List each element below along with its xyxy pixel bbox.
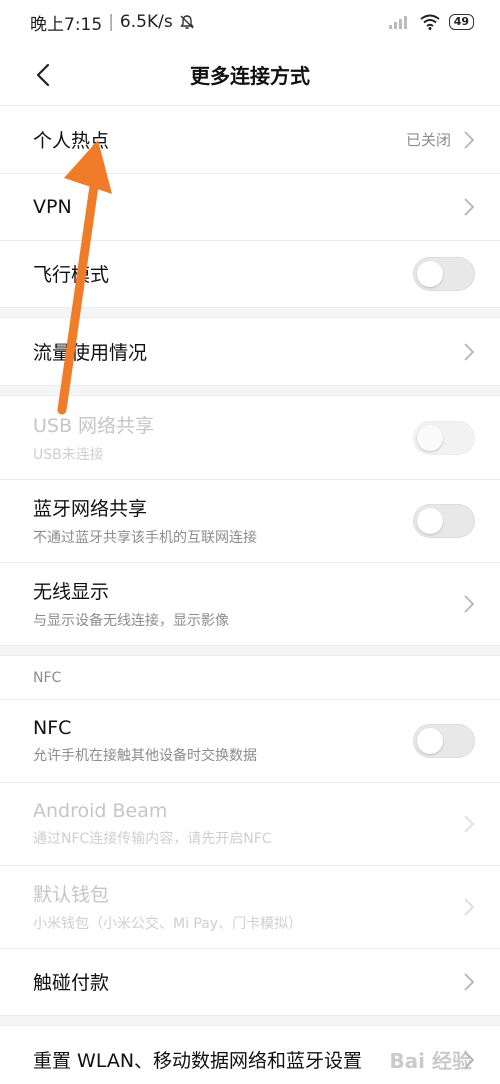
signal-icon — [388, 16, 407, 29]
hotspot-status: 已关闭 — [405, 131, 451, 149]
toggle-knob — [417, 424, 443, 451]
tap-pay-row[interactable]: 触碰付款 — [0, 948, 500, 1015]
airplane-text: 飞行模式 — [33, 260, 413, 287]
watermark: Bai 经验 — [389, 1049, 472, 1073]
section-divider — [0, 645, 500, 656]
bluetooth-tethering-subtitle: 不通过蓝牙共享该手机的互联网连接 — [33, 530, 257, 546]
vpn-label: VPN — [33, 195, 72, 218]
settings-group-network: 个人热点 已关闭 VPN 飞行模式 — [0, 106, 500, 307]
section-divider — [0, 1015, 500, 1026]
android-beam-label: Android Beam — [33, 799, 168, 822]
chevron-right-icon — [464, 897, 475, 916]
back-arrow-icon — [36, 63, 50, 87]
wireless-display-label: 无线显示 — [33, 581, 110, 603]
data-usage-row[interactable]: 流量使用情况 — [0, 318, 500, 385]
default-wallet-row: 默认钱包 小米钱包（小米公交、Mi Pay、门卡模拟） — [0, 865, 500, 948]
usb-tethering-toggle — [413, 420, 475, 455]
chevron-right-icon — [464, 197, 475, 216]
hotspot-text: 个人热点 — [33, 126, 406, 153]
bluetooth-tethering-text: 蓝牙网络共享 不通过蓝牙共享该手机的互联网连接 — [33, 494, 413, 547]
nfc-label: NFC — [33, 717, 72, 739]
airplane-mode-toggle[interactable] — [413, 256, 475, 291]
chevron-right-icon — [464, 130, 475, 149]
battery-icon: 49 — [448, 14, 474, 30]
usb-tethering-row: USB 网络共享 USB未连接 — [0, 396, 500, 479]
hotspot-row[interactable]: 个人热点 已关闭 — [0, 106, 500, 173]
nfc-subtitle: 允许手机在接触其他设备时交换数据 — [33, 748, 257, 764]
airplane-mode-label: 飞行模式 — [33, 264, 110, 286]
bluetooth-tethering-toggle[interactable] — [413, 503, 475, 538]
nfc-toggle[interactable] — [413, 724, 475, 758]
nfc-row: NFC 允许手机在接触其他设备时交换数据 — [0, 699, 500, 782]
default-wallet-label: 默认钱包 — [33, 884, 110, 906]
wireless-display-subtitle: 与显示设备无线连接，显示影像 — [33, 613, 229, 629]
chevron-right-icon — [464, 814, 475, 833]
wifi-icon — [420, 14, 440, 30]
default-wallet-subtitle: 小米钱包（小米公交、Mi Pay、门卡模拟） — [33, 916, 303, 932]
top-app-bar: 更多连接方式 — [0, 44, 500, 106]
section-divider — [0, 307, 500, 318]
settings-group-nfc: NFC NFC 允许手机在接触其他设备时交换数据 Android Beam 通过… — [0, 656, 500, 1015]
nfc-section-header: NFC — [0, 656, 500, 699]
back-button[interactable] — [26, 58, 60, 92]
toggle-knob — [417, 507, 443, 534]
toggle-knob — [417, 728, 443, 754]
wireless-display-row[interactable]: 无线显示 与显示设备无线连接，显示影像 — [0, 562, 500, 645]
status-right: 49 — [388, 14, 474, 30]
page-title: 更多连接方式 — [190, 64, 310, 88]
bluetooth-tethering-row: 蓝牙网络共享 不通过蓝牙共享该手机的互联网连接 — [0, 479, 500, 562]
mute-bell-icon — [179, 15, 194, 29]
status-left: 晚上7:15 | 6.5K/s — [30, 10, 195, 35]
network-speed: 6.5K/s — [119, 12, 173, 32]
wireless-display-text: 无线显示 与显示设备无线连接，显示影像 — [33, 577, 463, 630]
status-bar: 晚上7:15 | 6.5K/s 49 — [0, 0, 500, 44]
android-beam-text: Android Beam 通过NFC连接传输内容，请先开启NFC — [33, 800, 463, 848]
status-separator: | — [108, 12, 114, 32]
vpn-row[interactable]: VPN — [0, 173, 500, 240]
settings-group-data: 流量使用情况 — [0, 318, 500, 385]
usb-tethering-subtitle: USB未连接 — [33, 447, 104, 463]
default-wallet-text: 默认钱包 小米钱包（小米公交、Mi Pay、门卡模拟） — [33, 880, 463, 933]
chevron-right-icon — [464, 342, 475, 361]
chevron-right-icon — [464, 594, 475, 613]
tap-pay-label: 触碰付款 — [33, 972, 110, 994]
tap-pay-text: 触碰付款 — [33, 968, 463, 995]
usb-tethering-label: USB 网络共享 — [33, 415, 155, 437]
bluetooth-tethering-label: 蓝牙网络共享 — [33, 498, 148, 520]
chevron-right-icon — [464, 972, 475, 991]
nfc-text: NFC 允许手机在接触其他设备时交换数据 — [33, 717, 413, 765]
android-beam-subtitle: 通过NFC连接传输内容，请先开启NFC — [33, 830, 272, 847]
data-usage-text: 流量使用情况 — [33, 338, 463, 365]
vpn-text: VPN — [33, 196, 463, 218]
data-usage-label: 流量使用情况 — [33, 342, 148, 364]
usb-tethering-text: USB 网络共享 USB未连接 — [33, 411, 413, 464]
hotspot-label: 个人热点 — [33, 130, 110, 152]
settings-group-sharing: USB 网络共享 USB未连接 蓝牙网络共享 不通过蓝牙共享该手机的互联网连接 … — [0, 396, 500, 645]
android-beam-row: Android Beam 通过NFC连接传输内容，请先开启NFC — [0, 782, 500, 865]
toggle-knob — [417, 260, 443, 287]
section-divider — [0, 385, 500, 396]
status-time: 晚上7:15 — [30, 14, 103, 35]
airplane-mode-row: 飞行模式 — [0, 240, 500, 307]
